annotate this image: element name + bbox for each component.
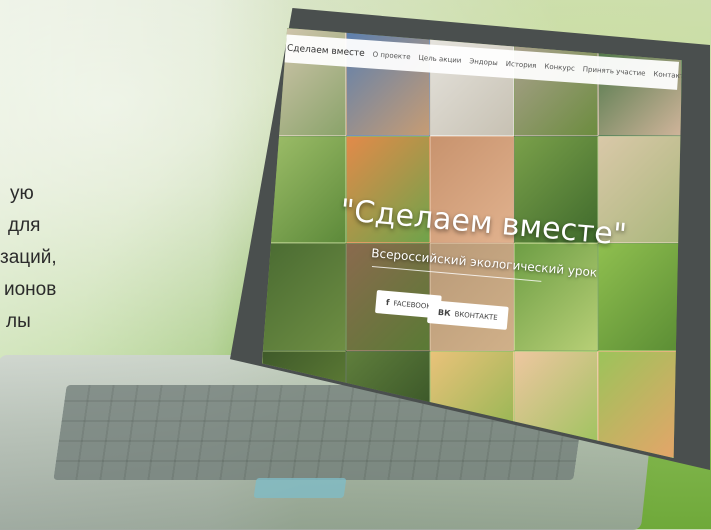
nav-item-participate[interactable]: Принять участие [583, 65, 646, 77]
nav-item-about[interactable]: О проекте [372, 51, 410, 62]
caption-line: ую [10, 183, 34, 204]
collage-photo [262, 243, 346, 351]
nav-item-endorsers[interactable]: Эндоры [469, 57, 498, 67]
nav-item-contest[interactable]: Конкурс [544, 63, 575, 73]
collage-photo [598, 350, 682, 458]
facebook-icon: f [385, 297, 390, 308]
laptop-trackpad [253, 478, 347, 498]
site-brand[interactable]: Сделаем вместе [287, 44, 365, 59]
facebook-label: FACEBOOK [393, 298, 432, 311]
nav-item-goal[interactable]: Цель акции [418, 54, 461, 65]
caption-line: заций, [0, 247, 57, 268]
collage-photo [598, 243, 682, 351]
caption-line: для [8, 215, 41, 236]
vk-icon: ВК [437, 307, 451, 318]
caption-line: ионов [4, 279, 57, 300]
vk-label: ВКОНТАКТЕ [454, 309, 499, 322]
nav-item-history[interactable]: История [506, 60, 537, 70]
caption-line: лы [6, 311, 31, 332]
left-caption-text: ую для заций, ионов лы [0, 178, 80, 338]
nav-item-contacts[interactable]: Контакты [653, 70, 682, 80]
